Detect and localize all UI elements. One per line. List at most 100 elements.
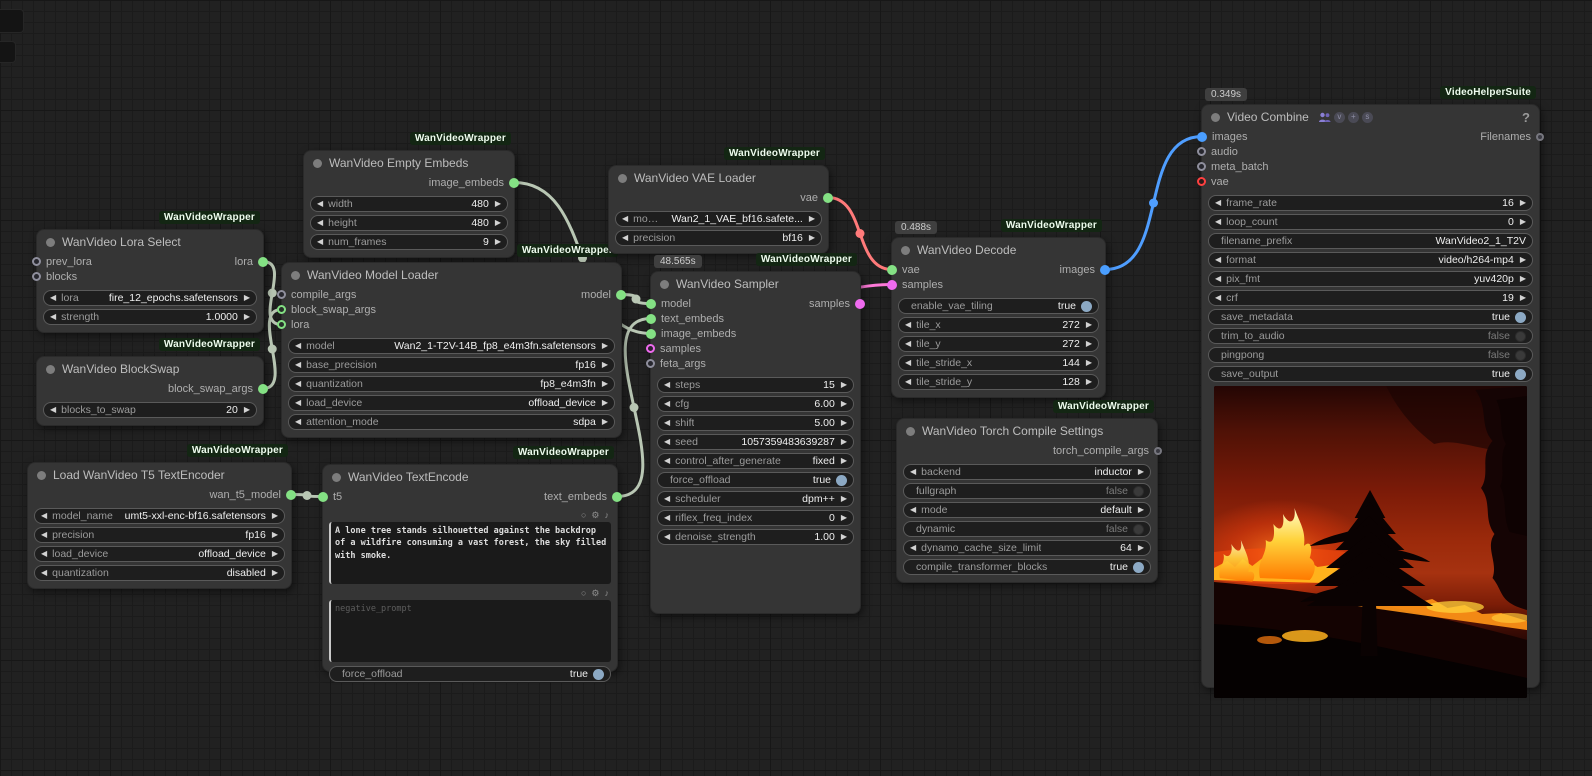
input-port-text_embeds[interactable]: text_embeds bbox=[646, 311, 860, 326]
decrement-arrow[interactable]: ◀ bbox=[910, 468, 916, 476]
decrement-arrow[interactable]: ◀ bbox=[905, 359, 911, 367]
widget-denoise_strength[interactable]: ◀denoise_strength1.00▶ bbox=[657, 529, 854, 545]
node-collapse-dot[interactable] bbox=[618, 174, 627, 183]
output-port-model[interactable]: model bbox=[581, 287, 626, 302]
increment-arrow[interactable]: ▶ bbox=[272, 512, 278, 520]
node-title-bar[interactable]: WanVideo Empty Embeds bbox=[304, 151, 514, 175]
toggle-knob[interactable] bbox=[1081, 301, 1092, 312]
decrement-arrow[interactable]: ◀ bbox=[295, 342, 301, 350]
port-dot[interactable] bbox=[612, 492, 622, 502]
increment-arrow[interactable]: ▶ bbox=[495, 238, 501, 246]
increment-arrow[interactable]: ▶ bbox=[1086, 321, 1092, 329]
decrement-arrow[interactable]: ◀ bbox=[50, 406, 56, 414]
port-dot[interactable] bbox=[616, 290, 626, 300]
decrement-arrow[interactable]: ◀ bbox=[622, 234, 628, 242]
widget-format[interactable]: ◀formatvideo/h264-mp4▶ bbox=[1208, 252, 1533, 268]
decrement-arrow[interactable]: ◀ bbox=[905, 321, 911, 329]
port-dot[interactable] bbox=[277, 305, 286, 314]
toggle-force_offload[interactable]: force_offloadtrue bbox=[329, 666, 611, 682]
port-dot[interactable] bbox=[646, 314, 656, 324]
increment-arrow[interactable]: ▶ bbox=[244, 313, 250, 321]
input-port-blocks[interactable]: blocks bbox=[32, 269, 263, 284]
decrement-arrow[interactable]: ◀ bbox=[1215, 199, 1221, 207]
widget-control_after_generate[interactable]: ◀control_after_generatefixed▶ bbox=[657, 453, 854, 469]
widget-strength[interactable]: ◀strength1.0000▶ bbox=[43, 309, 257, 325]
widget-width[interactable]: ◀width480▶ bbox=[310, 196, 508, 212]
decrement-arrow[interactable]: ◀ bbox=[664, 514, 670, 522]
node-collapse-dot[interactable] bbox=[37, 471, 46, 480]
speaker-icon[interactable]: ♪ bbox=[605, 589, 610, 598]
widget-num_frames[interactable]: ◀num_frames9▶ bbox=[310, 234, 508, 250]
increment-arrow[interactable]: ▶ bbox=[1086, 378, 1092, 386]
decrement-arrow[interactable]: ◀ bbox=[41, 569, 47, 577]
widget-tile_x[interactable]: ◀tile_x272▶ bbox=[898, 317, 1099, 333]
widget-quantization[interactable]: ◀quantizationfp8_e4m3fn▶ bbox=[288, 376, 615, 392]
output-port-image_embeds[interactable]: image_embeds bbox=[429, 175, 519, 190]
output-port-samples[interactable]: samples bbox=[809, 296, 865, 311]
decrement-arrow[interactable]: ◀ bbox=[295, 418, 301, 426]
widget-load_device[interactable]: ◀load_deviceoffload_device▶ bbox=[34, 546, 285, 562]
decrement-arrow[interactable]: ◀ bbox=[664, 400, 670, 408]
node-title-bar[interactable]: WanVideo BlockSwap bbox=[37, 357, 263, 381]
negative-prompt-textarea[interactable]: negative_prompt bbox=[329, 600, 611, 662]
node-collapse-dot[interactable] bbox=[332, 473, 341, 482]
increment-arrow[interactable]: ▶ bbox=[1520, 294, 1526, 302]
increment-arrow[interactable]: ▶ bbox=[1086, 340, 1092, 348]
widget-pix_fmt[interactable]: ◀pix_fmtyuv420p▶ bbox=[1208, 271, 1533, 287]
node-video-combine[interactable]: VideoHelperSuite0.349sVideo Combine v+s?… bbox=[1201, 104, 1540, 688]
node-t5-loader[interactable]: WanVideoWrapperLoad WanVideo T5 TextEnco… bbox=[27, 462, 292, 589]
toggle-trim_to_audio[interactable]: trim_to_audiofalse bbox=[1208, 328, 1533, 344]
increment-arrow[interactable]: ▶ bbox=[841, 495, 847, 503]
toggle-save_metadata[interactable]: save_metadatatrue bbox=[1208, 309, 1533, 325]
port-dot[interactable] bbox=[258, 257, 268, 267]
decrement-arrow[interactable]: ◀ bbox=[910, 544, 916, 552]
input-port-feta_args[interactable]: feta_args bbox=[646, 356, 860, 371]
increment-arrow[interactable]: ▶ bbox=[244, 406, 250, 414]
node-model-loader[interactable]: WanVideoWrapperWanVideo Model Loadercomp… bbox=[281, 262, 622, 438]
increment-arrow[interactable]: ▶ bbox=[495, 200, 501, 208]
node-title-bar[interactable]: Video Combine v+s? bbox=[1202, 105, 1539, 129]
node-canvas[interactable]: WanVideoWrapperWanVideo Lora Selectprev_… bbox=[0, 0, 1592, 776]
decrement-arrow[interactable]: ◀ bbox=[317, 200, 323, 208]
increment-arrow[interactable]: ▶ bbox=[1138, 544, 1144, 552]
toggle-save_output[interactable]: save_outputtrue bbox=[1208, 366, 1533, 382]
node-title-bar[interactable]: WanVideo TextEncode bbox=[323, 465, 617, 489]
input-port-image_embeds[interactable]: image_embeds bbox=[646, 326, 860, 341]
increment-arrow[interactable]: ▶ bbox=[809, 215, 815, 223]
widget-precision[interactable]: ◀precisionbf16▶ bbox=[615, 230, 822, 246]
toggle-knob[interactable] bbox=[1515, 369, 1526, 380]
output-port-torch_compile_args[interactable]: torch_compile_args bbox=[1053, 443, 1162, 458]
port-dot[interactable] bbox=[646, 359, 655, 368]
port-dot[interactable] bbox=[1197, 132, 1207, 142]
port-dot[interactable] bbox=[646, 329, 656, 339]
toggle-knob[interactable] bbox=[593, 669, 604, 680]
output-port-block_swap_args[interactable]: block_swap_args bbox=[168, 381, 268, 396]
input-port-meta_batch[interactable]: meta_batch bbox=[1197, 159, 1539, 174]
port-dot[interactable] bbox=[1536, 133, 1544, 141]
widget-tile_stride_y[interactable]: ◀tile_stride_y128▶ bbox=[898, 374, 1099, 390]
widget-shift[interactable]: ◀shift5.00▶ bbox=[657, 415, 854, 431]
increment-arrow[interactable]: ▶ bbox=[272, 550, 278, 558]
widget-steps[interactable]: ◀steps15▶ bbox=[657, 377, 854, 393]
widget-backend[interactable]: ◀backendinductor▶ bbox=[903, 464, 1151, 480]
port-dot[interactable] bbox=[277, 320, 286, 329]
decrement-arrow[interactable]: ◀ bbox=[317, 238, 323, 246]
node-vae-loader[interactable]: WanVideoWrapperWanVideo VAE Loadervae◀mo… bbox=[608, 165, 829, 254]
increment-arrow[interactable]: ▶ bbox=[1086, 359, 1092, 367]
port-dot[interactable] bbox=[32, 257, 41, 266]
decrement-arrow[interactable]: ◀ bbox=[1215, 275, 1221, 283]
input-port-audio[interactable]: audio bbox=[1197, 144, 1539, 159]
output-port-images[interactable]: images bbox=[1060, 262, 1110, 277]
input-port-lora[interactable]: lora bbox=[277, 317, 621, 332]
toggle-enable_vae_tiling[interactable]: enable_vae_tilingtrue bbox=[898, 298, 1099, 314]
node-collapse-dot[interactable] bbox=[901, 246, 910, 255]
node-collapse-dot[interactable] bbox=[906, 427, 915, 436]
port-dot[interactable] bbox=[855, 299, 865, 309]
decrement-arrow[interactable]: ◀ bbox=[295, 361, 301, 369]
widget-load_device[interactable]: ◀load_deviceoffload_device▶ bbox=[288, 395, 615, 411]
input-port-samples[interactable]: samples bbox=[646, 341, 860, 356]
node-collapse-dot[interactable] bbox=[291, 271, 300, 280]
decrement-arrow[interactable]: ◀ bbox=[664, 533, 670, 541]
node-title-bar[interactable]: WanVideo VAE Loader bbox=[609, 166, 828, 190]
node-empty-embeds[interactable]: WanVideoWrapperWanVideo Empty Embedsimag… bbox=[303, 150, 515, 258]
